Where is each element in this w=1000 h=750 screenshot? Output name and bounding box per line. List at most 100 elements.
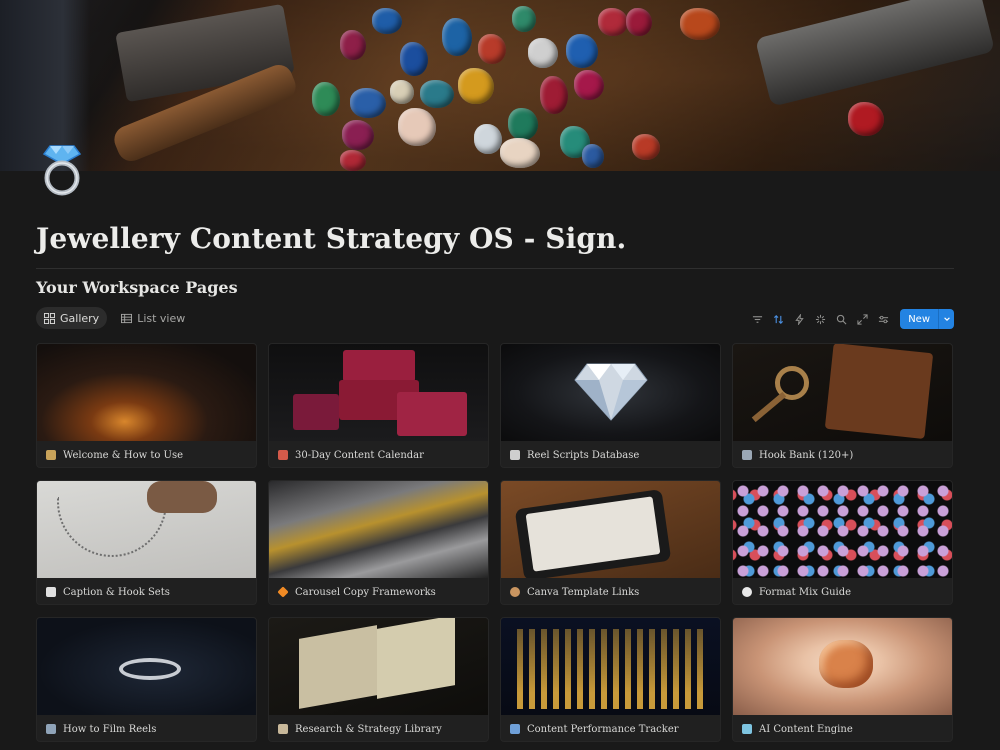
- gallery-card[interactable]: AI Content Engine: [732, 617, 953, 742]
- gem: [848, 102, 884, 136]
- card-cover-image: [269, 481, 488, 578]
- gem: [508, 108, 538, 140]
- view-tabs: Gallery List view: [36, 307, 193, 329]
- gallery-card[interactable]: How to Film Reels: [36, 617, 257, 742]
- gallery-card[interactable]: Caption & Hook Sets: [36, 480, 257, 605]
- card-cover-image: [37, 618, 256, 715]
- page-title: Jewellery Content Strategy OS - Sign.: [36, 222, 627, 255]
- section-title: Your Workspace Pages: [36, 278, 238, 297]
- gallery-card[interactable]: Content Performance Tracker: [500, 617, 721, 742]
- new-button[interactable]: New: [900, 309, 954, 329]
- card-title: Research & Strategy Library: [295, 723, 442, 735]
- card-title: Hook Bank (120+): [759, 449, 854, 461]
- card-title: Caption & Hook Sets: [63, 586, 170, 598]
- gem: [540, 76, 568, 114]
- waving-hand-icon: [46, 450, 56, 460]
- divider: [36, 268, 954, 269]
- tab-gallery-label: Gallery: [60, 311, 100, 325]
- gem: [458, 68, 494, 104]
- gem: [390, 80, 414, 104]
- card-title: Welcome & How to Use: [63, 449, 184, 461]
- card-title: Carousel Copy Frameworks: [295, 586, 436, 598]
- gem: [582, 144, 604, 168]
- database-toolbar: New: [750, 309, 954, 329]
- calendar-icon: [278, 450, 288, 460]
- gallery-grid: Welcome & How to Use 30-Day Content Cale…: [36, 343, 954, 742]
- gem: [528, 38, 558, 68]
- card-title: AI Content Engine: [759, 723, 853, 735]
- gallery-card[interactable]: Reel Scripts Database: [500, 343, 721, 468]
- cover-image: [0, 0, 1000, 171]
- card-cover-image: [269, 618, 488, 715]
- ai-sparkle-icon[interactable]: [813, 312, 827, 326]
- gem: [420, 80, 454, 108]
- card-cover-image: [733, 481, 952, 578]
- gem: [632, 134, 660, 160]
- card-title: Content Performance Tracker: [527, 723, 679, 735]
- card-cover-image: [269, 344, 488, 441]
- gallery-card[interactable]: Research & Strategy Library: [268, 617, 489, 742]
- filter-icon[interactable]: [750, 312, 764, 326]
- gem: [574, 70, 604, 100]
- gem: [342, 120, 374, 150]
- white-circle-icon: [742, 587, 752, 597]
- gem: [512, 6, 536, 32]
- gem: [626, 8, 652, 36]
- robot-icon: [742, 724, 752, 734]
- card-title: Reel Scripts Database: [527, 449, 640, 461]
- gem: [598, 8, 628, 36]
- bar-chart-icon: [510, 724, 520, 734]
- gallery-card[interactable]: Welcome & How to Use: [36, 343, 257, 468]
- gem: [680, 8, 720, 40]
- gallery-card[interactable]: 30-Day Content Calendar: [268, 343, 489, 468]
- card-cover-image: [501, 344, 720, 441]
- tab-list-view-label: List view: [137, 311, 186, 325]
- gem: [500, 138, 540, 168]
- gallery-grid-icon: [44, 312, 55, 324]
- card-cover-image: [733, 618, 952, 715]
- gem: [340, 150, 366, 171]
- list-table-icon: [121, 313, 133, 323]
- jeweller-tool: [754, 0, 996, 107]
- settings-sliders-icon[interactable]: [876, 312, 890, 326]
- card-cover-image: [733, 344, 952, 441]
- card-cover-image: [501, 481, 720, 578]
- tab-gallery[interactable]: Gallery: [36, 307, 108, 329]
- gem: [474, 124, 502, 154]
- gem: [340, 30, 366, 60]
- gallery-card[interactable]: Carousel Copy Frameworks: [268, 480, 489, 605]
- card-title: How to Film Reels: [63, 723, 157, 735]
- card-title: Canva Template Links: [527, 586, 640, 598]
- card-title: Format Mix Guide: [759, 586, 852, 598]
- sort-icon[interactable]: [771, 312, 785, 326]
- gallery-card[interactable]: Format Mix Guide: [732, 480, 953, 605]
- notepad-icon: [46, 587, 56, 597]
- gem: [566, 34, 598, 68]
- orange-diamond-icon: [277, 586, 289, 598]
- diamond-ring-icon[interactable]: [40, 140, 84, 196]
- automation-bolt-icon[interactable]: [792, 312, 806, 326]
- page-icon: [510, 450, 520, 460]
- gem: [312, 82, 340, 116]
- gallery-card[interactable]: Hook Bank (120+): [732, 343, 953, 468]
- gem: [372, 8, 402, 34]
- expand-icon[interactable]: [855, 312, 869, 326]
- database-icon: [742, 450, 752, 460]
- gem: [398, 108, 436, 146]
- tab-list-view[interactable]: List view: [113, 307, 193, 329]
- new-button-label: New: [900, 309, 938, 329]
- gem: [478, 34, 506, 64]
- palette-icon: [510, 587, 520, 597]
- film-icon: [46, 724, 56, 734]
- gem: [400, 42, 428, 76]
- gem: [442, 18, 472, 56]
- card-cover-image: [37, 344, 256, 441]
- chevron-down-icon[interactable]: [938, 309, 954, 329]
- card-title: 30-Day Content Calendar: [295, 449, 424, 461]
- card-cover-image: [37, 481, 256, 578]
- gallery-card[interactable]: Canva Template Links: [500, 480, 721, 605]
- books-icon: [278, 724, 288, 734]
- gem: [350, 88, 386, 118]
- search-icon[interactable]: [834, 312, 848, 326]
- card-cover-image: [501, 618, 720, 715]
